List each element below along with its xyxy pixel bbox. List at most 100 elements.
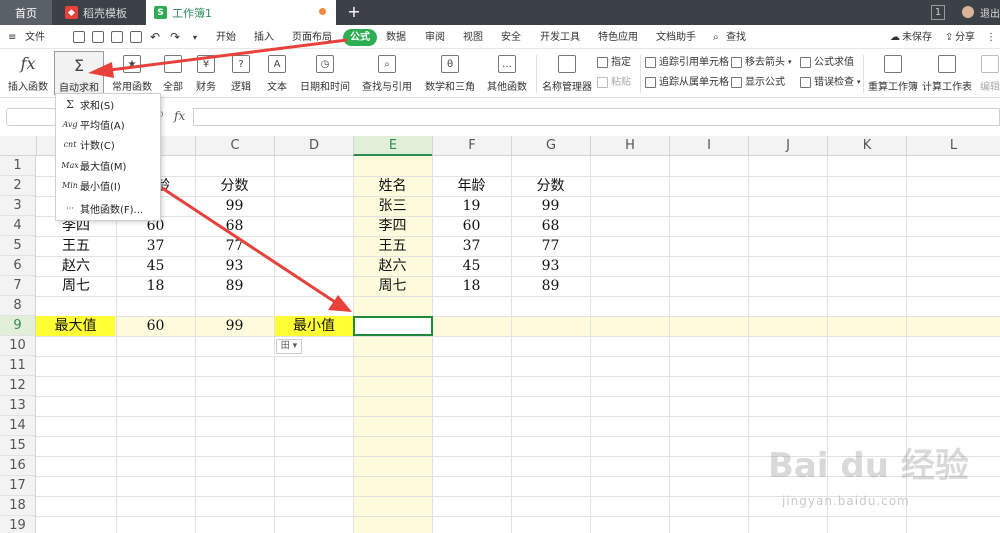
menu-item-more-functions[interactable]: ··· 其他函数(F)... xyxy=(56,198,160,218)
cell-f6[interactable]: 45 xyxy=(432,256,511,276)
menu-review[interactable]: 审阅 xyxy=(425,29,445,46)
tab-workbook[interactable]: S 工作簿1 xyxy=(146,0,336,25)
search-icon[interactable]: ⌕ xyxy=(713,29,719,46)
menu-item-max[interactable]: Max 最大值(M) xyxy=(56,155,160,175)
column-header-i[interactable]: I xyxy=(669,136,748,156)
specify-button[interactable]: 指定 xyxy=(597,55,631,70)
row-header-18[interactable]: 18 xyxy=(0,496,36,516)
recalc-sheet-button[interactable]: 计算工作表 xyxy=(922,51,972,95)
cell-e3[interactable]: 张三 xyxy=(353,196,432,216)
name-box[interactable] xyxy=(6,108,56,126)
active-cell-e9[interactable] xyxy=(353,316,433,336)
all-functions-button[interactable]: 全部 xyxy=(160,51,186,95)
row-header-19[interactable]: 19 xyxy=(0,516,36,533)
column-header-c[interactable]: C xyxy=(195,136,274,156)
avatar[interactable] xyxy=(962,6,974,18)
menu-search[interactable]: 查找 xyxy=(726,29,746,46)
paste-names-button[interactable]: 粘贴 xyxy=(597,75,631,90)
menu-doc-assistant[interactable]: 文档助手 xyxy=(656,29,696,46)
save-icon[interactable] xyxy=(73,31,85,43)
edit-button[interactable]: 编辑 xyxy=(980,51,1000,95)
row-header-6[interactable]: 6 xyxy=(0,256,36,276)
cell-b6[interactable]: 45 xyxy=(116,256,195,276)
export-pdf-icon[interactable] xyxy=(92,31,104,43)
insert-function-button[interactable]: fx 插入函数 xyxy=(6,51,50,95)
print-preview-icon[interactable] xyxy=(130,31,142,43)
trace-dependents-button[interactable]: 追踪从属单元格 xyxy=(645,75,729,90)
trace-precedents-button[interactable]: 追踪引用单元格 xyxy=(645,55,729,70)
cell-e7[interactable]: 周七 xyxy=(353,276,432,296)
row-header-9[interactable]: 9 xyxy=(0,316,36,336)
cell-c4[interactable]: 68 xyxy=(195,216,274,236)
autosum-button[interactable]: Σ 自动求和 xyxy=(54,51,104,95)
evaluate-formula-button[interactable]: 公式求值 xyxy=(800,55,854,70)
cell-f3[interactable]: 19 xyxy=(432,196,511,216)
cell-e4[interactable]: 李四 xyxy=(353,216,432,236)
menu-developer[interactable]: 开发工具 xyxy=(540,29,580,46)
row-header-11[interactable]: 11 xyxy=(0,356,36,376)
finance-button[interactable]: ¥ 财务 xyxy=(193,51,219,95)
column-header-e[interactable]: E xyxy=(353,136,432,156)
menu-item-average[interactable]: Avg 平均值(A) xyxy=(56,114,160,134)
row-header-10[interactable]: 10 xyxy=(0,336,36,356)
recalc-workbook-button[interactable]: 重算工作簿 xyxy=(868,51,918,95)
column-header-d[interactable]: D xyxy=(274,136,353,156)
paste-options-button[interactable]: 田 ▾ xyxy=(276,339,302,354)
cell-b5[interactable]: 37 xyxy=(116,236,195,256)
print-icon[interactable] xyxy=(111,31,123,43)
menu-page-layout[interactable]: 页面布局 xyxy=(292,29,332,46)
new-tab-button[interactable]: + xyxy=(345,0,363,25)
common-functions-button[interactable]: ★ 常用函数 xyxy=(108,51,156,95)
other-functions-button[interactable]: … 其他函数 xyxy=(484,51,530,95)
row-header-14[interactable]: 14 xyxy=(0,416,36,436)
cell-g5[interactable]: 77 xyxy=(511,236,590,256)
lookup-button[interactable]: ⌕ 查找与引用 xyxy=(360,51,414,95)
datetime-button[interactable]: ◷ 日期和时间 xyxy=(298,51,352,95)
menu-item-min[interactable]: Min 最小值(I) xyxy=(56,175,160,195)
logout-link[interactable]: 退出 xyxy=(980,5,1000,20)
name-manager-button[interactable]: 名称管理器 xyxy=(542,51,592,95)
tab-template[interactable]: ◆ 稻壳模板 xyxy=(55,0,143,25)
cell-c9[interactable]: 99 xyxy=(195,316,274,336)
menu-view[interactable]: 视图 xyxy=(463,29,483,46)
cell-f5[interactable]: 37 xyxy=(432,236,511,256)
column-header-h[interactable]: H xyxy=(590,136,669,156)
row-header-2[interactable]: 2 xyxy=(0,176,36,196)
row-header-7[interactable]: 7 xyxy=(0,276,36,296)
share-button[interactable]: 分享 xyxy=(955,29,975,46)
column-header-l[interactable]: L xyxy=(906,136,1000,156)
cell-b7[interactable]: 18 xyxy=(116,276,195,296)
quick-access-dropdown-icon[interactable]: ▾ xyxy=(193,29,197,46)
cell-g7[interactable]: 89 xyxy=(511,276,590,296)
row-header-17[interactable]: 17 xyxy=(0,476,36,496)
remove-arrows-button[interactable]: 移去箭头 ▾ xyxy=(731,55,792,70)
cell-a6[interactable]: 赵六 xyxy=(36,256,116,276)
formula-input[interactable] xyxy=(193,108,1000,126)
cell-b9[interactable]: 60 xyxy=(116,316,195,336)
error-check-button[interactable]: 错误检查 ▾ xyxy=(800,75,861,90)
menu-security[interactable]: 安全 xyxy=(501,29,521,46)
row-header-4[interactable]: 4 xyxy=(0,216,36,236)
cell-e5[interactable]: 王五 xyxy=(353,236,432,256)
fx-label[interactable]: fx xyxy=(174,109,185,123)
cell-g3[interactable]: 99 xyxy=(511,196,590,216)
row-header-1[interactable]: 1 xyxy=(0,156,36,176)
tab-home[interactable]: 首页 xyxy=(0,0,52,25)
cell-g4[interactable]: 68 xyxy=(511,216,590,236)
cell-e6[interactable]: 赵六 xyxy=(353,256,432,276)
select-all-corner[interactable] xyxy=(0,136,36,156)
cell-a9[interactable]: 最大值 xyxy=(36,316,115,336)
column-header-g[interactable]: G xyxy=(511,136,590,156)
menu-item-count[interactable]: cnt 计数(C) xyxy=(56,134,160,154)
hamburger-menu-icon[interactable]: ≡ xyxy=(8,29,16,46)
cell-a7[interactable]: 周七 xyxy=(36,276,116,296)
cell-g6[interactable]: 93 xyxy=(511,256,590,276)
row-header-3[interactable]: 3 xyxy=(0,196,36,216)
cell-c3[interactable]: 99 xyxy=(195,196,274,216)
row-header-15[interactable]: 15 xyxy=(0,436,36,456)
cell-f4[interactable]: 60 xyxy=(432,216,511,236)
row-header-12[interactable]: 12 xyxy=(0,376,36,396)
menu-insert[interactable]: 插入 xyxy=(254,29,274,46)
row-header-16[interactable]: 16 xyxy=(0,456,36,476)
cell-c7[interactable]: 89 xyxy=(195,276,274,296)
